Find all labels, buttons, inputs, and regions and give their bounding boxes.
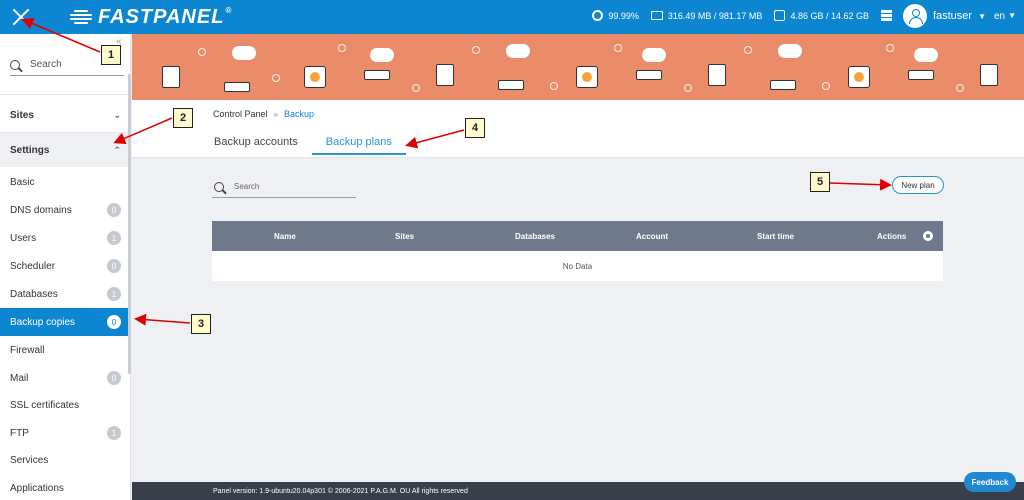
annotation-marker: 1 [101, 45, 121, 65]
annotation-marker: 2 [173, 108, 193, 128]
annotation-arrow [134, 313, 191, 326]
annotation-arrow [829, 178, 892, 191]
annotation-marker: 3 [191, 314, 211, 334]
annotation-arrow [405, 129, 465, 149]
annotation-marker: 5 [810, 172, 830, 192]
annotation-arrow [21, 17, 101, 53]
annotation-arrows [21, 17, 892, 326]
annotation-arrow [113, 117, 173, 144]
annotation-marker: 4 [465, 118, 485, 138]
